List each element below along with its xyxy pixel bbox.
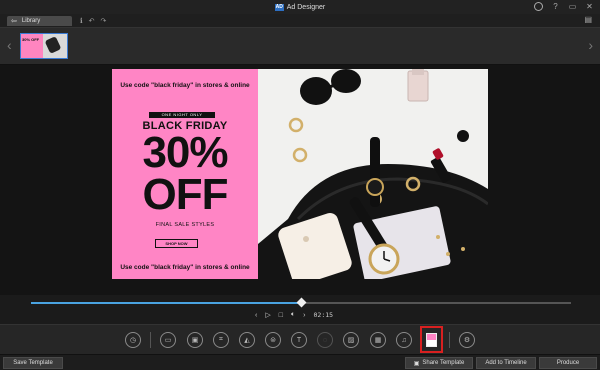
redo-icon[interactable]: ↷ (101, 17, 107, 25)
thumbnail-photo (43, 34, 67, 58)
panel-toggle-icon[interactable]: ▤ (584, 15, 592, 24)
template-color-icon (426, 332, 437, 347)
stop-icon[interactable]: □ (279, 312, 283, 319)
one-night-badge[interactable]: ONE NIGHT ONLY (149, 112, 215, 118)
media-icon[interactable]: ▦ (370, 332, 386, 348)
discount-off[interactable]: OFF (112, 172, 258, 218)
playback-controls: ‹ ▷ □ 🔈︎ › 02:15 (255, 311, 333, 319)
playhead-handle[interactable] (296, 297, 307, 308)
next-icon[interactable]: › (303, 312, 305, 319)
share-template-button[interactable]: ▣ Share Template (405, 357, 473, 369)
music-icon[interactable]: ♫ (396, 332, 412, 348)
library-tabbar: ⇦ Library ℹ ↶ ↷ ▤ (0, 14, 600, 27)
prev-icon[interactable]: ‹ (255, 312, 257, 319)
add-to-timeline-label: Add to Timeline (485, 360, 527, 366)
layer-icon[interactable]: ⊜ (265, 332, 281, 348)
produce-button[interactable]: Produce (539, 357, 597, 369)
template-color-button[interactable] (420, 326, 443, 353)
back-arrow-icon[interactable]: ⇦ (11, 17, 17, 25)
accessories-photo (258, 69, 488, 279)
tab-library-label: Library (21, 17, 41, 24)
tab-library[interactable]: ⇦ Library (7, 15, 72, 26)
undo-icon[interactable]: ↶ (89, 17, 95, 25)
template-filmstrip: ‹ 30% OFF › (0, 27, 600, 65)
save-template-button[interactable]: Save Template (3, 357, 63, 369)
chevron-left-icon[interactable]: ‹ (7, 37, 12, 53)
add-to-timeline-button[interactable]: Add to Timeline (476, 357, 536, 369)
play-icon[interactable]: ▷ (265, 311, 270, 319)
time-readout: 02:15 (313, 311, 334, 319)
preview-stage: Use code "black friday" in stores & onli… (0, 65, 600, 295)
share-template-label: Share Template (422, 360, 465, 366)
flip-icon[interactable]: ◭ (239, 332, 255, 348)
app-logo: AD (274, 3, 284, 11)
thumbnail-text: 30% OFF (21, 34, 43, 58)
ad-canvas[interactable]: Use code "black friday" in stores & onli… (112, 69, 488, 279)
photo-icon[interactable]: ▨ (343, 332, 359, 348)
tool-separator (449, 332, 450, 348)
background-icon[interactable]: ▣ (187, 332, 203, 348)
timeline-progress (31, 302, 301, 304)
tool-separator (150, 332, 151, 348)
tool-row: ◷ ▭ ▣ ⌗ ◭ ⊜ T ◌ ▨ ▦ ♫ ⚙ (0, 324, 600, 354)
clock-icon[interactable]: ◷ (125, 332, 141, 348)
close-icon[interactable]: ✕ (585, 2, 594, 13)
bottom-bar: Save Template ▣ Share Template Add to Ti… (0, 354, 600, 370)
shop-now-button[interactable]: SHOP NOW (155, 239, 198, 248)
final-sale-text[interactable]: FINAL SALE STYLES (112, 222, 258, 228)
settings-icon[interactable]: ⚙ (459, 332, 475, 348)
info-icon[interactable]: ℹ (80, 17, 83, 25)
share-icon: ▣ (413, 360, 420, 367)
help-icon[interactable]: ? (551, 2, 560, 13)
promo-code-bottom[interactable]: Use code "black friday" in stores & onli… (112, 264, 258, 271)
app-title: AD Ad Designer (274, 3, 326, 11)
produce-label: Produce (556, 360, 580, 366)
ad-text-panel[interactable]: Use code "black friday" in stores & onli… (112, 69, 258, 279)
window-controls: ? ▭ ✕ (534, 2, 594, 13)
chevron-right-icon[interactable]: › (588, 37, 593, 53)
save-template-label: Save Template (13, 360, 53, 366)
tab-tools: ℹ ↶ ↷ (80, 17, 106, 25)
volume-icon[interactable]: 🔈︎ (291, 311, 295, 319)
minimize-icon[interactable]: ▭ (568, 2, 577, 13)
promo-code-top[interactable]: Use code "black friday" in stores & onli… (112, 82, 258, 89)
image-frame-icon[interactable]: ▭ (160, 332, 176, 348)
template-thumbnail[interactable]: 30% OFF (20, 33, 68, 59)
chat-icon[interactable]: ◌ (317, 332, 333, 348)
ad-photo[interactable] (258, 69, 488, 279)
crop-icon[interactable]: ⌗ (213, 332, 229, 348)
title-bar: AD Ad Designer ? ▭ ✕ (0, 0, 600, 14)
timeline: ‹ ▷ □ 🔈︎ › 02:15 (0, 295, 600, 324)
text-icon[interactable]: T (291, 332, 307, 348)
user-icon[interactable] (534, 2, 543, 13)
app-title-text: Ad Designer (286, 3, 326, 11)
